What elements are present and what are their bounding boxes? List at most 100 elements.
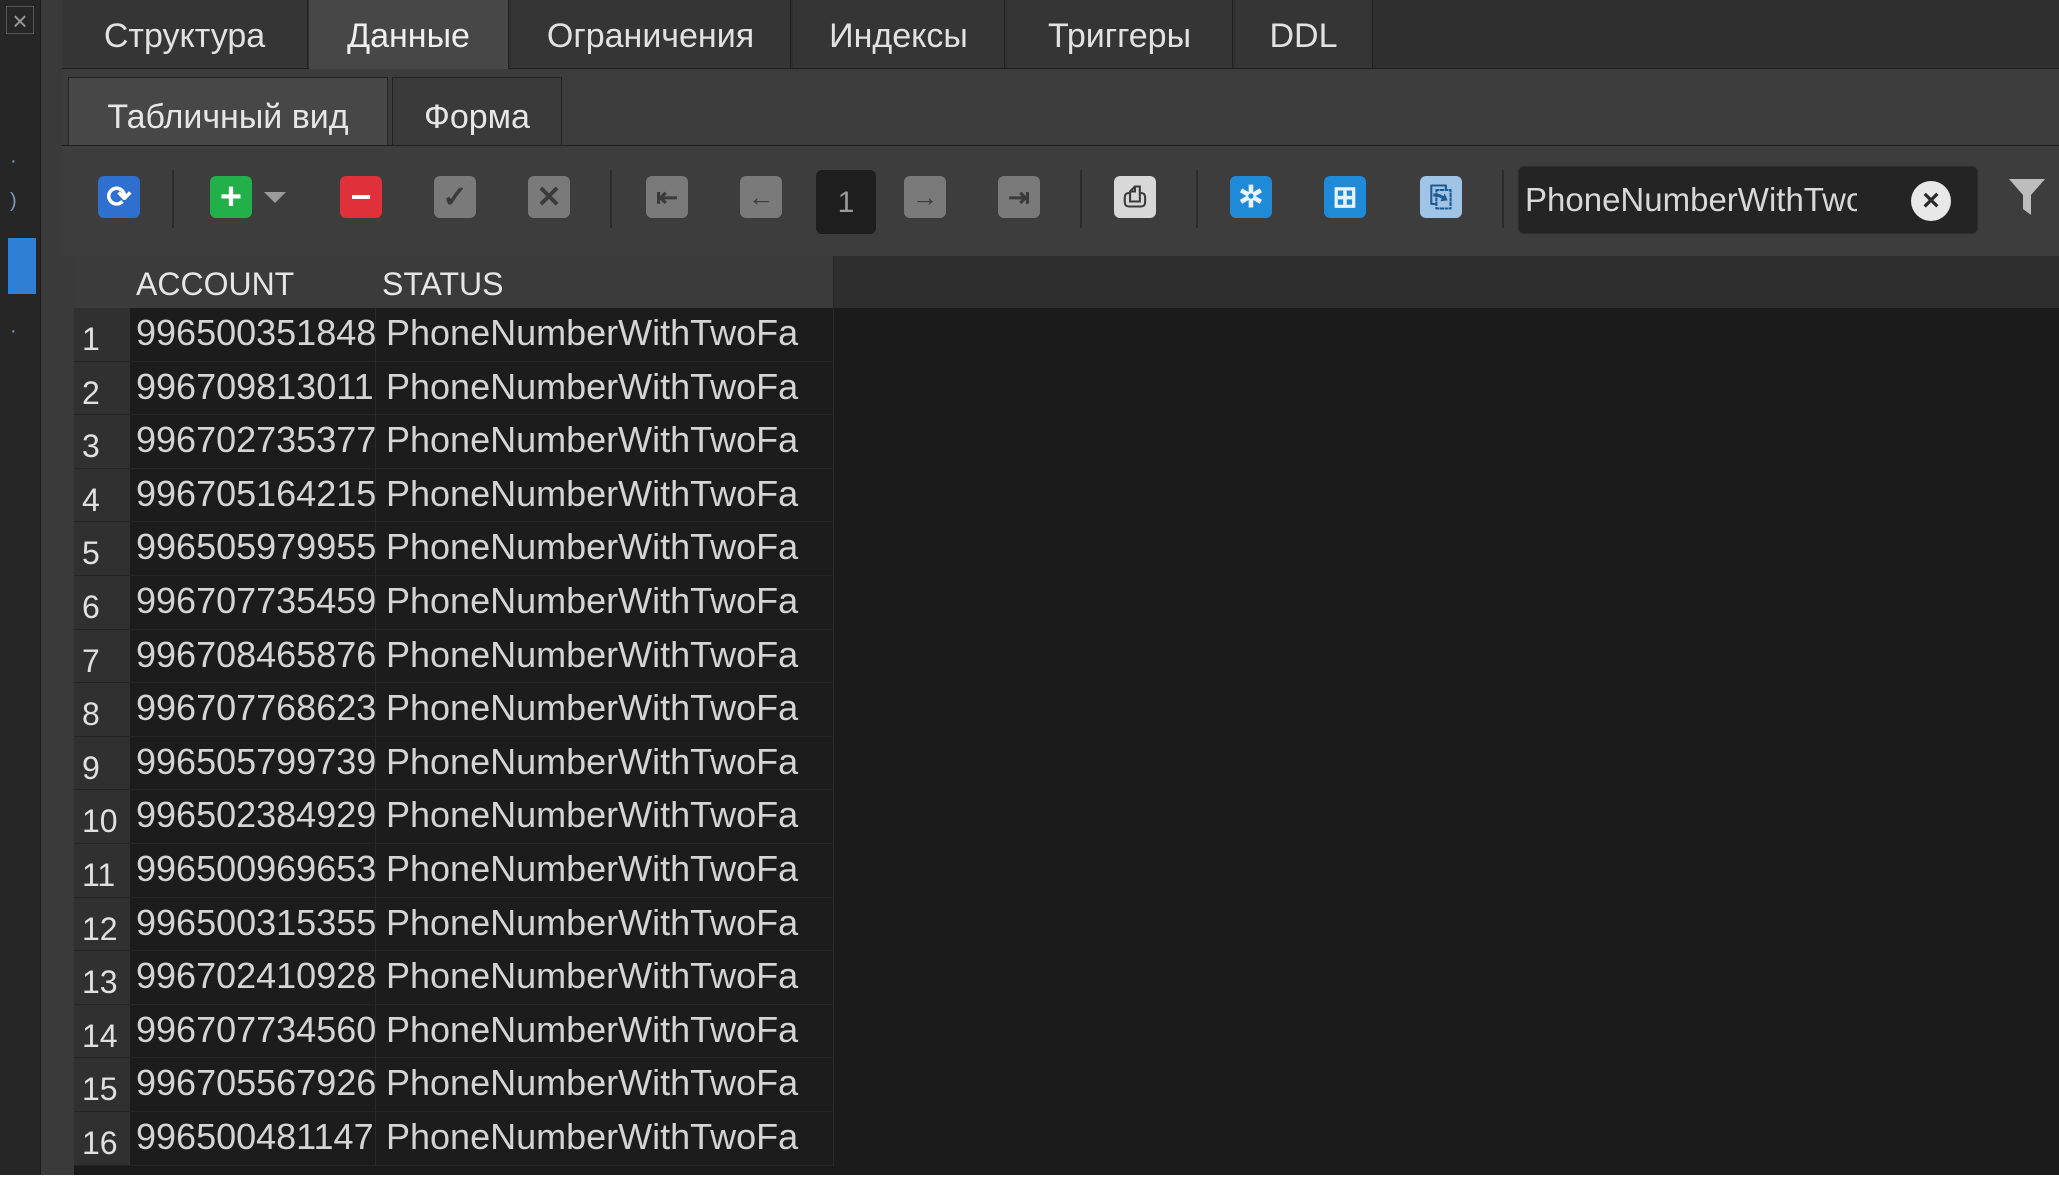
add-dropdown-button[interactable] bbox=[258, 170, 292, 224]
export-button[interactable]: ⎘ bbox=[1414, 170, 1468, 224]
status-cell[interactable]: PhoneNumberWithTwoFa bbox=[376, 1004, 834, 1059]
status-cell[interactable]: PhoneNumberWithTwoFa bbox=[376, 790, 834, 844]
row-number[interactable]: 16 bbox=[74, 1112, 130, 1166]
row-number[interactable]: 11 bbox=[74, 844, 130, 898]
row-number[interactable]: 4 bbox=[74, 468, 130, 523]
filter-button[interactable] bbox=[2002, 170, 2052, 224]
apply-button[interactable]: ✓ bbox=[428, 170, 482, 224]
gutter-dots-icon: · bbox=[10, 150, 17, 172]
table-row[interactable]: 14 996707734560 PhoneNumberWithTwoFa bbox=[74, 1004, 834, 1059]
filter-dropdown-button[interactable] bbox=[2054, 170, 2059, 224]
status-cell[interactable]: PhoneNumberWithTwoFa bbox=[376, 522, 834, 576]
table-row[interactable]: 7 996708465876 PhoneNumberWithTwoFa bbox=[74, 629, 834, 684]
first-page-button[interactable]: ⇤ bbox=[640, 170, 694, 224]
row-number[interactable]: 13 bbox=[74, 951, 130, 1005]
account-cell[interactable]: 996707768623 bbox=[130, 683, 376, 737]
data-grid: ACCOUNT STATUS 1 996500351848 PhoneNumberW… bbox=[74, 256, 2059, 1175]
account-cell[interactable]: 996705164215 bbox=[130, 468, 376, 523]
status-cell[interactable]: PhoneNumberWithTwoFa bbox=[376, 736, 834, 791]
row-number[interactable]: 1 bbox=[74, 308, 130, 362]
fit-button[interactable]: ⊞ bbox=[1318, 170, 1372, 224]
filter-input[interactable] bbox=[1519, 167, 1859, 233]
status-cell[interactable]: PhoneNumberWithTwoFa bbox=[376, 683, 834, 737]
status-cell[interactable]: PhoneNumberWithTwoFa bbox=[376, 629, 834, 684]
table-row[interactable]: 2 996709813011 PhoneNumberWithTwoFa bbox=[74, 361, 834, 416]
gutter-dots-icon: · bbox=[10, 320, 17, 342]
tab-table-view[interactable]: Табличный вид bbox=[68, 77, 388, 145]
prev-page-button[interactable]: ← bbox=[734, 170, 788, 224]
table-row[interactable]: 9 996505799739 PhoneNumberWithTwoFa bbox=[74, 736, 834, 791]
status-cell[interactable]: PhoneNumberWithTwoFa bbox=[376, 576, 834, 630]
table-row[interactable]: 12 996500315355 PhoneNumberWithTwoFa bbox=[74, 897, 834, 952]
last-page-button[interactable]: ⇥ bbox=[992, 170, 1046, 224]
table-row[interactable]: 5 996505979955 PhoneNumberWithTwoFa bbox=[74, 522, 834, 576]
table-row[interactable]: 13 996702410928 PhoneNumberWithTwoFa bbox=[74, 951, 834, 1005]
tab-triggers[interactable]: Триггеры bbox=[1007, 0, 1233, 68]
left-gutter: × · ) · bbox=[0, 0, 41, 1175]
account-cell[interactable]: 996709813011 bbox=[130, 361, 376, 416]
row-number[interactable]: 14 bbox=[74, 1004, 130, 1059]
row-number[interactable]: 15 bbox=[74, 1058, 130, 1112]
status-cell[interactable]: PhoneNumberWithTwoFa bbox=[376, 951, 834, 1005]
tab-indexes[interactable]: Индексы bbox=[793, 0, 1005, 68]
account-cell[interactable]: 996505799739 bbox=[130, 736, 376, 791]
add-row-button[interactable]: + bbox=[204, 170, 258, 224]
cancel-button[interactable]: ✕ bbox=[522, 170, 576, 224]
row-number[interactable]: 2 bbox=[74, 361, 130, 416]
account-cell[interactable]: 996702410928 bbox=[130, 951, 376, 1005]
row-number[interactable]: 9 bbox=[74, 736, 130, 791]
row-number[interactable]: 3 bbox=[74, 415, 130, 469]
table-row[interactable]: 8 996707768623 PhoneNumberWithTwoFa bbox=[74, 683, 834, 737]
tab-structure[interactable]: Структура bbox=[62, 0, 308, 68]
status-cell[interactable]: PhoneNumberWithTwoFa bbox=[376, 1058, 834, 1112]
table-row[interactable]: 16 996500481147 PhoneNumberWithTwoFa bbox=[74, 1112, 834, 1166]
row-number[interactable]: 7 bbox=[74, 629, 130, 684]
table-row[interactable]: 10 996502384929 PhoneNumberWithTwoFa bbox=[74, 790, 834, 844]
row-number[interactable]: 10 bbox=[74, 790, 130, 844]
account-cell[interactable]: 996505979955 bbox=[130, 522, 376, 576]
expand-button[interactable]: ✲ bbox=[1224, 170, 1278, 224]
delete-row-button[interactable]: − bbox=[334, 170, 388, 224]
filter-icon bbox=[2009, 179, 2045, 215]
status-cell[interactable]: PhoneNumberWithTwoFa bbox=[376, 361, 834, 416]
status-cell[interactable]: PhoneNumberWithTwoFa bbox=[376, 844, 834, 898]
table-row[interactable]: 6 996707735459 PhoneNumberWithTwoFa bbox=[74, 576, 834, 630]
account-cell[interactable]: 996500315355 bbox=[130, 897, 376, 952]
row-number[interactable]: 6 bbox=[74, 576, 130, 630]
status-cell[interactable]: PhoneNumberWithTwoFa bbox=[376, 1112, 834, 1166]
account-cell[interactable]: 996707735459 bbox=[130, 576, 376, 630]
status-cell[interactable]: PhoneNumberWithTwoFa bbox=[376, 415, 834, 469]
tab-ddl[interactable]: DDL bbox=[1235, 0, 1373, 68]
table-row[interactable]: 3 996702735377 PhoneNumberWithTwoFa bbox=[74, 415, 834, 469]
page-number-field[interactable]: 1 bbox=[816, 170, 876, 234]
column-header-status[interactable]: STATUS bbox=[376, 256, 834, 308]
table-row[interactable]: 15 996705567926 PhoneNumberWithTwoFa bbox=[74, 1058, 834, 1112]
table-row[interactable]: 11 996500969653 PhoneNumberWithTwoFa bbox=[74, 844, 834, 898]
account-cell[interactable]: 996708465876 bbox=[130, 629, 376, 684]
print-button[interactable]: ⎙ bbox=[1108, 170, 1162, 224]
refresh-button[interactable]: ⟳ bbox=[92, 170, 146, 224]
tab-data[interactable]: Данные bbox=[309, 0, 509, 70]
status-cell[interactable]: PhoneNumberWithTwoFa bbox=[376, 308, 834, 362]
account-cell[interactable]: 996705567926 bbox=[130, 1058, 376, 1112]
tab-form[interactable]: Форма bbox=[392, 77, 562, 145]
table-row[interactable]: 4 996705164215 PhoneNumberWithTwoFa bbox=[74, 468, 834, 523]
account-cell[interactable]: 996702735377 bbox=[130, 415, 376, 469]
tab-constraints[interactable]: Ограничения bbox=[511, 0, 791, 68]
row-number[interactable]: 12 bbox=[74, 897, 130, 952]
row-number[interactable]: 5 bbox=[74, 522, 130, 576]
row-number[interactable]: 8 bbox=[74, 683, 130, 737]
clear-icon[interactable]: × bbox=[1911, 181, 1951, 221]
account-cell[interactable]: 996707734560 bbox=[130, 1004, 376, 1059]
account-cell[interactable]: 996500481147 bbox=[130, 1112, 376, 1166]
status-cell[interactable]: PhoneNumberWithTwoFa bbox=[376, 897, 834, 952]
account-cell[interactable]: 996502384929 bbox=[130, 790, 376, 844]
status-cell[interactable]: PhoneNumberWithTwoFa bbox=[376, 468, 834, 523]
column-header-account[interactable]: ACCOUNT bbox=[74, 256, 394, 308]
account-cell[interactable]: 996500351848 bbox=[130, 308, 376, 362]
apply-icon: ✓ bbox=[434, 176, 476, 218]
account-cell[interactable]: 996500969653 bbox=[130, 844, 376, 898]
table-row[interactable]: 1 996500351848 PhoneNumberWithTwoFa bbox=[74, 308, 834, 362]
close-icon[interactable]: × bbox=[6, 6, 34, 35]
next-page-button[interactable]: → bbox=[898, 170, 952, 224]
